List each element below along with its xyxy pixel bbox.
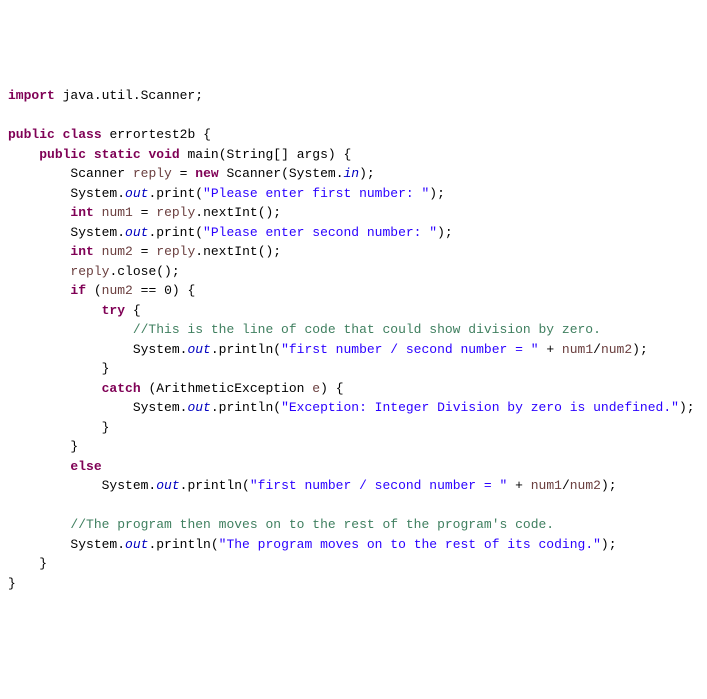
var-reply: reply (133, 166, 172, 181)
keyword-static: static (94, 147, 141, 162)
brace: } (8, 576, 16, 591)
var-reply: reply (156, 244, 195, 259)
brace: } (102, 420, 110, 435)
keyword-public: public (8, 127, 55, 142)
text: ); (632, 342, 648, 357)
field-out: out (187, 400, 210, 415)
text: .println( (211, 400, 281, 415)
method-sig: main(String[] args) { (180, 147, 352, 162)
keyword-import: import (8, 88, 55, 103)
var-num2: num2 (601, 342, 632, 357)
text: == 0) { (133, 283, 195, 298)
text: = (133, 205, 156, 220)
text: ( (86, 283, 102, 298)
text: System. (102, 478, 157, 493)
field-out: out (125, 225, 148, 240)
keyword-void: void (148, 147, 179, 162)
string-literal: "Exception: Integer Division by zero is … (281, 400, 679, 415)
field-in: in (344, 166, 360, 181)
text: = (172, 166, 195, 181)
field-out: out (187, 342, 210, 357)
string-literal: "first number / second number = " (281, 342, 538, 357)
text: Scanner(System. (219, 166, 344, 181)
var-e: e (312, 381, 320, 396)
keyword-int: int (70, 244, 93, 259)
text: ); (679, 400, 695, 415)
keyword-try: try (102, 303, 125, 318)
var-num1: num1 (562, 342, 593, 357)
keyword-public: public (39, 147, 86, 162)
var-num1: num1 (531, 478, 562, 493)
keyword-class: class (63, 127, 102, 142)
class-name: errortest2b (109, 127, 195, 142)
text (94, 205, 102, 220)
text: ); (429, 186, 445, 201)
text: ) { (320, 381, 343, 396)
var-reply: reply (156, 205, 195, 220)
brace: } (70, 439, 78, 454)
text: System. (70, 537, 125, 552)
text: .println( (148, 537, 218, 552)
comment: //This is the line of code that could sh… (133, 322, 601, 337)
text: System. (70, 186, 125, 201)
text: = (133, 244, 156, 259)
text: .nextInt(); (195, 244, 281, 259)
code-block: import java.util.Scanner; public class e… (8, 86, 699, 593)
field-out: out (156, 478, 179, 493)
text: + (539, 342, 562, 357)
text: .println( (211, 342, 281, 357)
comment: //The program then moves on to the rest … (70, 517, 554, 532)
text: ); (359, 166, 375, 181)
keyword-int: int (70, 205, 93, 220)
keyword-catch: catch (102, 381, 141, 396)
field-out: out (125, 186, 148, 201)
string-literal: "The program moves on to the rest of its… (219, 537, 601, 552)
text: .println( (180, 478, 250, 493)
var-num2: num2 (102, 283, 133, 298)
brace: } (39, 556, 47, 571)
var-num1: num1 (102, 205, 133, 220)
text: ); (437, 225, 453, 240)
string-literal: "first number / second number = " (250, 478, 507, 493)
string-literal: "Please enter first number: " (203, 186, 429, 201)
text: + (507, 478, 530, 493)
text: System. (133, 342, 188, 357)
keyword-if: if (70, 283, 86, 298)
text (94, 244, 102, 259)
text: .print( (148, 225, 203, 240)
field-out: out (125, 537, 148, 552)
text: System. (133, 400, 188, 415)
var-num2: num2 (570, 478, 601, 493)
var-num2: num2 (102, 244, 133, 259)
keyword-new: new (195, 166, 218, 181)
string-literal: "Please enter second number: " (203, 225, 437, 240)
text: .print( (148, 186, 203, 201)
text: { (125, 303, 141, 318)
text: Scanner (70, 166, 132, 181)
text: ); (601, 478, 617, 493)
text: / (562, 478, 570, 493)
text: ); (601, 537, 617, 552)
brace: { (195, 127, 211, 142)
text: (ArithmeticException (141, 381, 313, 396)
brace: } (102, 361, 110, 376)
text: .nextInt(); (195, 205, 281, 220)
var-reply: reply (70, 264, 109, 279)
text: .close(); (109, 264, 179, 279)
text: / (593, 342, 601, 357)
keyword-else: else (70, 459, 101, 474)
text: System. (70, 225, 125, 240)
text: java.util.Scanner; (55, 88, 203, 103)
